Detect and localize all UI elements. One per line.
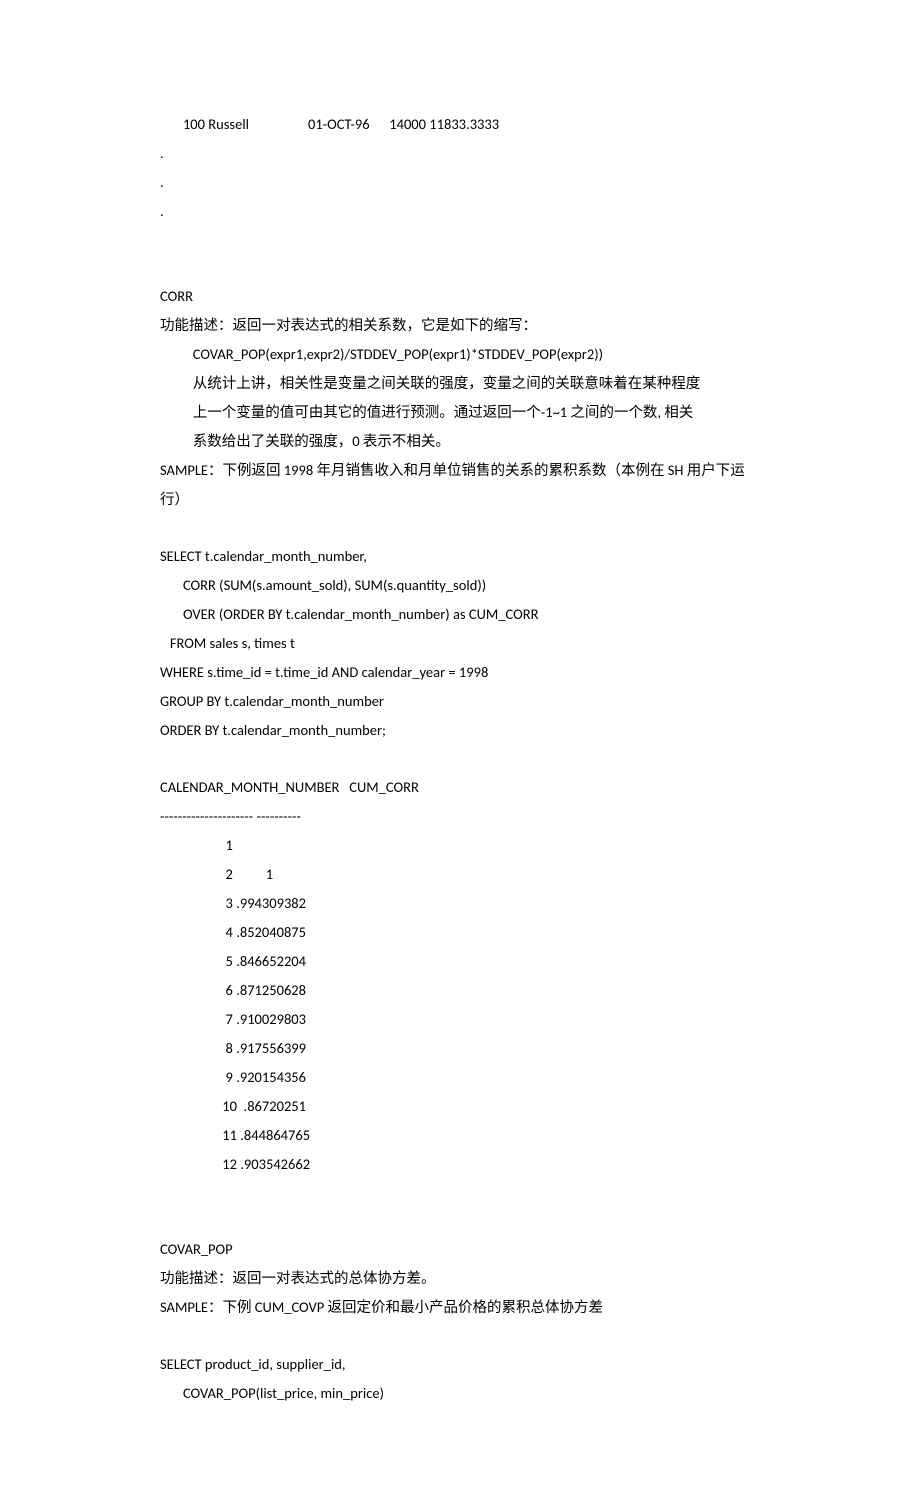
output-line: 12 .903542662 xyxy=(160,1150,765,1179)
ellipsis-dot: . xyxy=(160,139,765,168)
output-line: 4 .852040875 xyxy=(160,918,765,947)
output-line: 11 .844864765 xyxy=(160,1121,765,1150)
result-row: 100 Russell 01-OCT-96 14000 11833.3333 xyxy=(160,110,765,139)
output-line: 7 .910029803 xyxy=(160,1005,765,1034)
covar-sample: SAMPLE：下例 CUM_COVP 返回定价和最小产品价格的累积总体协方差 xyxy=(160,1293,765,1322)
document-page: 100 Russell 01-OCT-96 14000 11833.3333 .… xyxy=(0,0,920,1488)
sql-line: CORR (SUM(s.amount_sold), SUM(s.quantity… xyxy=(160,571,765,600)
output-line: 9 .920154356 xyxy=(160,1063,765,1092)
covar-title: COVAR_POP xyxy=(160,1235,765,1264)
corr-formula: COVAR_POP(expr1,expr2)/STDDEV_POP(expr1)… xyxy=(160,340,765,369)
ellipsis-dot: . xyxy=(160,197,765,226)
output-line: 10 .86720251 xyxy=(160,1092,765,1121)
corr-note: 系数给出了关联的强度，0 表示不相关。 xyxy=(160,427,765,456)
sql-line: WHERE s.time_id = t.time_id AND calendar… xyxy=(160,658,765,687)
covar-desc: 功能描述：返回一对表达式的总体协方差。 xyxy=(160,1264,765,1293)
sql-line: OVER (ORDER BY t.calendar_month_number) … xyxy=(160,600,765,629)
corr-title: CORR xyxy=(160,282,765,311)
output-line: 8 .917556399 xyxy=(160,1034,765,1063)
sql-line: FROM sales s, times t xyxy=(160,629,765,658)
output-line: 3 .994309382 xyxy=(160,889,765,918)
corr-desc: 功能描述：返回一对表达式的相关系数，它是如下的缩写： xyxy=(160,311,765,340)
output-line: 1 xyxy=(160,831,765,860)
sql-line: COVAR_POP(list_price, min_price) xyxy=(160,1379,765,1408)
section-covar-pop: COVAR_POP 功能描述：返回一对表达式的总体协方差。 SAMPLE：下例 … xyxy=(160,1235,765,1408)
corr-note: 从统计上讲，相关性是变量之间关联的强度，变量之间的关联意味着在某种程度 xyxy=(160,369,765,398)
output-line: 2 1 xyxy=(160,860,765,889)
corr-note: 上一个变量的值可由其它的值进行预测。通过返回一个-1~1 之间的一个数, 相关 xyxy=(160,398,765,427)
output-divider: --------------------- ---------- xyxy=(160,802,765,831)
sql-line: SELECT t.calendar_month_number, xyxy=(160,542,765,571)
sql-line: SELECT product_id, supplier_id, xyxy=(160,1350,765,1379)
output-header: CALENDAR_MONTH_NUMBER CUM_CORR xyxy=(160,773,765,802)
sql-line: GROUP BY t.calendar_month_number xyxy=(160,687,765,716)
sql-line: ORDER BY t.calendar_month_number; xyxy=(160,716,765,745)
output-line: 5 .846652204 xyxy=(160,947,765,976)
output-line: 6 .871250628 xyxy=(160,976,765,1005)
ellipsis-dot: . xyxy=(160,168,765,197)
corr-sample: SAMPLE：下例返回 1998 年月销售收入和月单位销售的关系的累积系数（本例… xyxy=(160,456,765,514)
section-corr: CORR 功能描述：返回一对表达式的相关系数，它是如下的缩写： COVAR_PO… xyxy=(160,282,765,1179)
